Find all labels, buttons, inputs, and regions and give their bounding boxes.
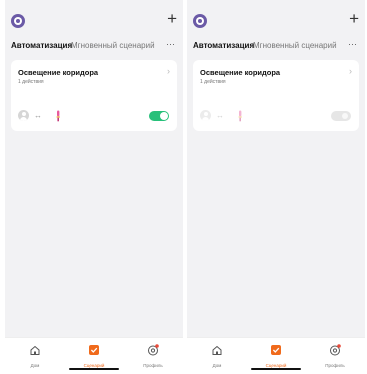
profile-icon [148, 344, 159, 356]
card-subtitle: 1 действия [200, 79, 226, 85]
tab-scenes[interactable]: Сценарий [74, 343, 114, 368]
tab-home-label: Дом [30, 363, 40, 368]
home-icon [30, 345, 40, 355]
tab-automation[interactable]: Автоматизация [11, 41, 72, 50]
add-button[interactable]: + [349, 10, 359, 27]
light-bulb-device-icon [56, 110, 60, 122]
tab-automation[interactable]: Автоматизация [193, 41, 254, 50]
chevron-right-icon[interactable]: › [349, 66, 352, 76]
tab-scenes[interactable]: Сценарий [256, 343, 296, 368]
person-icon [200, 110, 211, 121]
tab-instant-scene[interactable]: Мгновенный сценарий [253, 41, 337, 50]
arrow-left-right-icon: ↔ [34, 111, 42, 120]
chevron-right-icon[interactable]: › [167, 66, 170, 76]
automation-toggle[interactable] [149, 111, 169, 121]
tab-home[interactable]: Дом [197, 343, 237, 368]
home-indicator [251, 368, 301, 370]
tab-profile-label: Профиль [325, 363, 345, 368]
checkbox-icon [271, 345, 281, 355]
light-bulb-device-icon [238, 110, 242, 122]
bottom-tab-bar: Дом Сценарий Профиль [5, 337, 183, 374]
condition-action-row: ↔ [18, 110, 78, 122]
card-subtitle: 1 действия [18, 79, 44, 85]
scene-tabs: Автоматизация Мгновенный сценарий ··· [193, 39, 359, 53]
top-bar: + [5, 10, 183, 36]
tab-instant-scene[interactable]: Мгновенный сценарий [71, 41, 155, 50]
more-icon[interactable]: ··· [348, 39, 357, 49]
automation-card[interactable]: Освещение коридора 1 действия › ↔ [11, 60, 177, 131]
home-indicator [69, 368, 119, 370]
tab-home[interactable]: Дом [15, 343, 55, 368]
bottom-tab-bar: Дом Сценарий Профиль [187, 337, 365, 374]
scene-tabs: Автоматизация Мгновенный сценарий ··· [11, 39, 177, 53]
condition-action-row: ↔ [200, 110, 260, 122]
automation-card[interactable]: Освещение коридора 1 действия › ↔ [193, 60, 359, 131]
screen-automation-disabled: + Автоматизация Мгновенный сценарий ··· … [187, 0, 365, 374]
screen-automation-enabled: + Автоматизация Мгновенный сценарий ··· … [5, 0, 183, 374]
automation-toggle[interactable] [331, 111, 351, 121]
add-button[interactable]: + [167, 10, 177, 27]
tab-profile[interactable]: Профиль [315, 343, 355, 368]
card-title: Освещение коридора [200, 68, 281, 77]
home-avatar-icon[interactable] [193, 14, 207, 28]
home-avatar-icon[interactable] [11, 14, 25, 28]
home-icon [212, 345, 222, 355]
person-icon [18, 110, 29, 121]
profile-icon [330, 344, 341, 356]
tab-profile[interactable]: Профиль [133, 343, 173, 368]
tab-home-label: Дом [212, 363, 222, 368]
more-icon[interactable]: ··· [166, 39, 175, 49]
checkbox-icon [89, 345, 99, 355]
tab-profile-label: Профиль [143, 363, 163, 368]
top-bar: + [187, 10, 365, 36]
arrow-left-right-icon: ↔ [216, 111, 224, 120]
card-title: Освещение коридора [18, 68, 99, 77]
